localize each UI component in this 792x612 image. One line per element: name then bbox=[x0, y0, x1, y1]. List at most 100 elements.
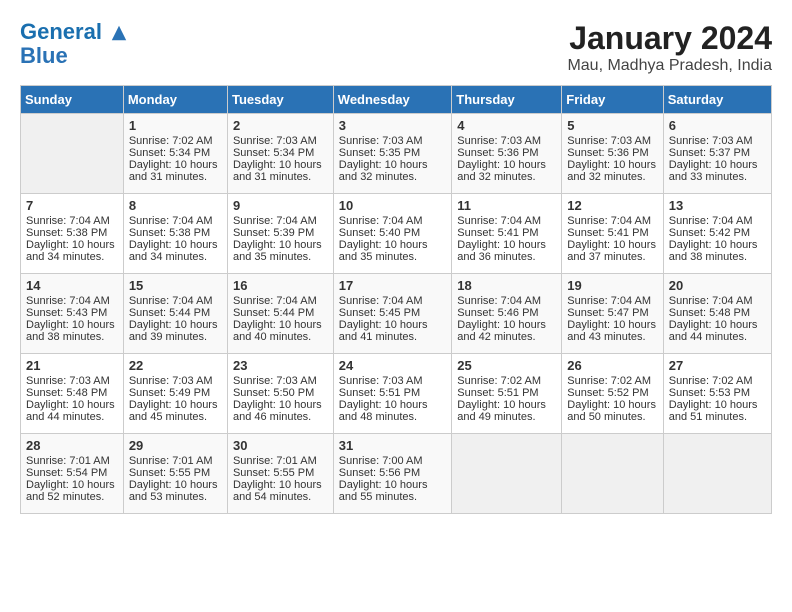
sunset-text: Sunset: 5:47 PM bbox=[567, 307, 648, 319]
sunset-text: Sunset: 5:56 PM bbox=[339, 467, 420, 479]
sunset-text: Sunset: 5:55 PM bbox=[129, 467, 210, 479]
daylight-text: Daylight: 10 hours and 41 minutes. bbox=[339, 319, 428, 343]
daylight-text: Daylight: 10 hours and 50 minutes. bbox=[567, 399, 656, 423]
sunrise-text: Sunrise: 7:04 AM bbox=[26, 295, 110, 307]
daylight-text: Daylight: 10 hours and 31 minutes. bbox=[129, 159, 218, 183]
day-cell bbox=[663, 434, 771, 514]
sunrise-text: Sunrise: 7:04 AM bbox=[669, 295, 753, 307]
day-number: 21 bbox=[26, 358, 118, 373]
daylight-text: Daylight: 10 hours and 35 minutes. bbox=[233, 239, 322, 263]
day-number: 29 bbox=[129, 438, 222, 453]
daylight-text: Daylight: 10 hours and 51 minutes. bbox=[669, 399, 758, 423]
sunrise-text: Sunrise: 7:03 AM bbox=[339, 375, 423, 387]
sunrise-text: Sunrise: 7:03 AM bbox=[26, 375, 110, 387]
day-number: 27 bbox=[669, 358, 766, 373]
day-cell: 30Sunrise: 7:01 AMSunset: 5:55 PMDayligh… bbox=[227, 434, 333, 514]
daylight-text: Daylight: 10 hours and 32 minutes. bbox=[339, 159, 428, 183]
day-cell: 12Sunrise: 7:04 AMSunset: 5:41 PMDayligh… bbox=[562, 194, 663, 274]
day-number: 12 bbox=[567, 198, 657, 213]
daylight-text: Daylight: 10 hours and 33 minutes. bbox=[669, 159, 758, 183]
sunrise-text: Sunrise: 7:04 AM bbox=[339, 215, 423, 227]
day-number: 8 bbox=[129, 198, 222, 213]
day-number: 9 bbox=[233, 198, 328, 213]
week-row-1: 1Sunrise: 7:02 AMSunset: 5:34 PMDaylight… bbox=[21, 114, 772, 194]
daylight-text: Daylight: 10 hours and 46 minutes. bbox=[233, 399, 322, 423]
day-number: 5 bbox=[567, 118, 657, 133]
sunset-text: Sunset: 5:46 PM bbox=[457, 307, 538, 319]
day-number: 10 bbox=[339, 198, 446, 213]
day-cell bbox=[452, 434, 562, 514]
daylight-text: Daylight: 10 hours and 42 minutes. bbox=[457, 319, 546, 343]
day-cell: 17Sunrise: 7:04 AMSunset: 5:45 PMDayligh… bbox=[333, 274, 451, 354]
sunset-text: Sunset: 5:38 PM bbox=[26, 227, 107, 239]
day-number: 14 bbox=[26, 278, 118, 293]
day-cell: 18 Sunrise: 7:04 AMSunset: 5:46 PMDayligh… bbox=[452, 274, 562, 354]
logo: General Blue bbox=[20, 20, 128, 68]
sunset-text: Sunset: 5:34 PM bbox=[233, 147, 314, 159]
sunrise-text: Sunrise: 7:03 AM bbox=[233, 375, 317, 387]
daylight-text: Daylight: 10 hours and 53 minutes. bbox=[129, 479, 218, 503]
day-cell: 19Sunrise: 7:04 AMSunset: 5:47 PMDayligh… bbox=[562, 274, 663, 354]
day-number: 7 bbox=[26, 198, 118, 213]
main-title: January 2024 bbox=[567, 20, 772, 57]
daylight-text: Daylight: 10 hours and 38 minutes. bbox=[669, 239, 758, 263]
day-cell: 10 Sunrise: 7:04 AMSunset: 5:40 PMDayligh… bbox=[333, 194, 451, 274]
week-row-5: 28Sunrise: 7:01 AMSunset: 5:54 PMDayligh… bbox=[21, 434, 772, 514]
day-cell: 25Sunrise: 7:02 AMSunset: 5:51 PMDayligh… bbox=[452, 354, 562, 434]
sunset-text: Sunset: 5:36 PM bbox=[457, 147, 538, 159]
daylight-text: Daylight: 10 hours and 40 minutes. bbox=[233, 319, 322, 343]
calendar-table: SundayMondayTuesdayWednesdayThursdayFrid… bbox=[20, 85, 772, 514]
sunrise-text: Sunrise: 7:04 AM bbox=[457, 295, 541, 307]
sunrise-text: Sunrise: 7:04 AM bbox=[26, 215, 110, 227]
col-header-saturday: Saturday bbox=[663, 86, 771, 114]
sunrise-text: Sunrise: 7:03 AM bbox=[233, 135, 317, 147]
day-cell: 4Sunrise: 7:03 AMSunset: 5:36 PMDaylight… bbox=[452, 114, 562, 194]
day-cell: 8Sunrise: 7:04 AMSunset: 5:38 PMDaylight… bbox=[123, 194, 227, 274]
daylight-text: Daylight: 10 hours and 35 minutes. bbox=[339, 239, 428, 263]
col-header-thursday: Thursday bbox=[452, 86, 562, 114]
day-cell: 1Sunrise: 7:02 AMSunset: 5:34 PMDaylight… bbox=[123, 114, 227, 194]
day-cell: 13Sunrise: 7:04 AMSunset: 5:42 PMDayligh… bbox=[663, 194, 771, 274]
sunrise-text: Sunrise: 7:03 AM bbox=[339, 135, 423, 147]
day-number: 17 bbox=[339, 278, 446, 293]
sunset-text: Sunset: 5:36 PM bbox=[567, 147, 648, 159]
day-cell: 11Sunrise: 7:04 AMSunset: 5:41 PMDayligh… bbox=[452, 194, 562, 274]
daylight-text: Daylight: 10 hours and 39 minutes. bbox=[129, 319, 218, 343]
daylight-text: Daylight: 10 hours and 52 minutes. bbox=[26, 479, 115, 503]
day-cell: 3Sunrise: 7:03 AMSunset: 5:35 PMDaylight… bbox=[333, 114, 451, 194]
daylight-text: Daylight: 10 hours and 43 minutes. bbox=[567, 319, 656, 343]
day-cell: 9Sunrise: 7:04 AMSunset: 5:39 PMDaylight… bbox=[227, 194, 333, 274]
col-header-wednesday: Wednesday bbox=[333, 86, 451, 114]
sunrise-text: Sunrise: 7:03 AM bbox=[457, 135, 541, 147]
day-cell bbox=[21, 114, 124, 194]
logo-text: General Blue bbox=[20, 20, 128, 68]
day-number: 19 bbox=[567, 278, 657, 293]
day-cell: 31Sunrise: 7:00 AMSunset: 5:56 PMDayligh… bbox=[333, 434, 451, 514]
day-cell: 23 Sunrise: 7:03 AMSunset: 5:50 PMDayligh… bbox=[227, 354, 333, 434]
daylight-text: Daylight: 10 hours and 48 minutes. bbox=[339, 399, 428, 423]
daylight-text: Daylight: 10 hours and 44 minutes. bbox=[26, 399, 115, 423]
day-number: 1 bbox=[129, 118, 222, 133]
day-number: 20 bbox=[669, 278, 766, 293]
day-number: 18 bbox=[457, 278, 556, 293]
day-cell: 20Sunrise: 7:04 AMSunset: 5:48 PMDayligh… bbox=[663, 274, 771, 354]
sunset-text: Sunset: 5:50 PM bbox=[233, 387, 314, 399]
sunset-text: Sunset: 5:52 PM bbox=[567, 387, 648, 399]
page-header: General Blue January 2024 Mau, Madhya Pr… bbox=[20, 20, 772, 75]
col-header-friday: Friday bbox=[562, 86, 663, 114]
day-number: 3 bbox=[339, 118, 446, 133]
daylight-text: Daylight: 10 hours and 37 minutes. bbox=[567, 239, 656, 263]
day-number: 2 bbox=[233, 118, 328, 133]
day-cell: 24Sunrise: 7:03 AMSunset: 5:51 PMDayligh… bbox=[333, 354, 451, 434]
day-number: 22 bbox=[129, 358, 222, 373]
daylight-text: Daylight: 10 hours and 34 minutes. bbox=[129, 239, 218, 263]
day-cell: 5Sunrise: 7:03 AMSunset: 5:36 PMDaylight… bbox=[562, 114, 663, 194]
day-number: 25 bbox=[457, 358, 556, 373]
week-row-3: 14Sunrise: 7:04 AMSunset: 5:43 PMDayligh… bbox=[21, 274, 772, 354]
day-number: 13 bbox=[669, 198, 766, 213]
sunset-text: Sunset: 5:40 PM bbox=[339, 227, 420, 239]
daylight-text: Daylight: 10 hours and 38 minutes. bbox=[26, 319, 115, 343]
week-row-4: 21Sunrise: 7:03 AMSunset: 5:48 PMDayligh… bbox=[21, 354, 772, 434]
sunrise-text: Sunrise: 7:04 AM bbox=[339, 295, 423, 307]
day-number: 23 bbox=[233, 358, 328, 373]
